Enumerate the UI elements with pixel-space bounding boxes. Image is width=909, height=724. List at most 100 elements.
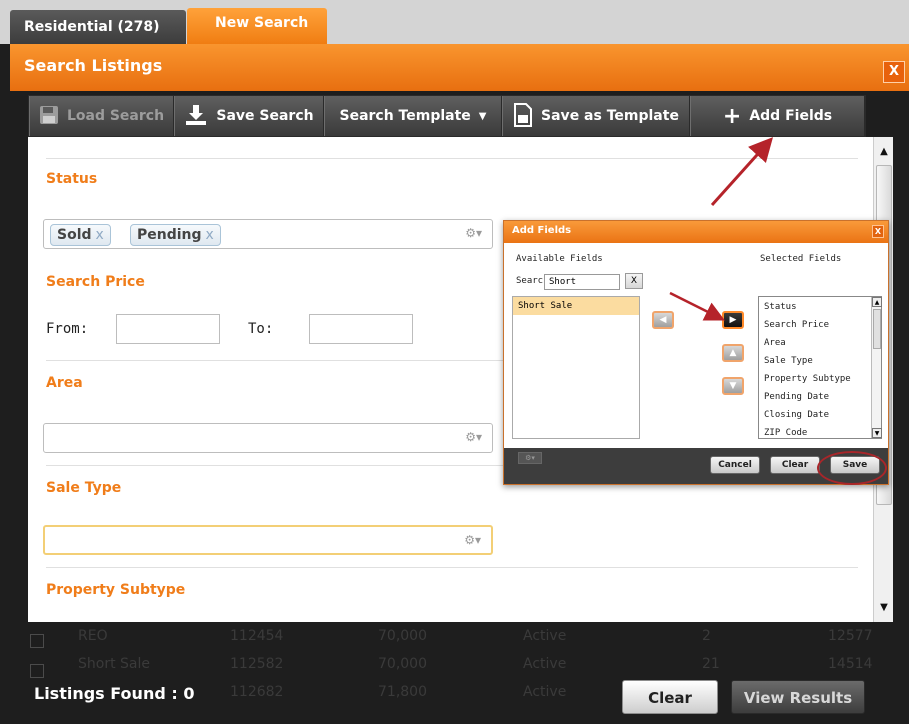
status-select[interactable]: Sold x Pending x ⚙▾ bbox=[43, 219, 493, 249]
dialog-clear-button[interactable]: Clear bbox=[770, 456, 820, 474]
dialog-cancel-button[interactable]: Cancel bbox=[710, 456, 760, 474]
available-fields-label: Available Fields bbox=[516, 254, 603, 264]
chip-remove-icon[interactable]: x bbox=[206, 227, 214, 243]
sale-type-label: Sale Type bbox=[46, 480, 122, 496]
save-search-button[interactable]: Save Search bbox=[174, 96, 324, 136]
from-label: From: bbox=[46, 321, 89, 337]
add-fields-button[interactable]: + Add Fields bbox=[690, 96, 865, 136]
selected-fields-label: Selected Fields bbox=[760, 254, 842, 264]
move-up-button[interactable]: ▲ bbox=[722, 344, 744, 362]
status-chip-sold: Sold x bbox=[50, 224, 111, 246]
list-item[interactable]: Short Sale bbox=[513, 297, 639, 315]
gear-dropdown-icon[interactable]: ⚙▾ bbox=[464, 533, 481, 547]
row-checkbox[interactable] bbox=[30, 634, 44, 648]
price-to-input[interactable] bbox=[309, 314, 413, 344]
modal-title: Search Listings bbox=[24, 56, 163, 75]
row-count: 2 bbox=[702, 628, 711, 644]
move-right-button[interactable]: ▶ bbox=[722, 311, 744, 329]
list-item[interactable]: Search Price bbox=[764, 320, 829, 330]
chip-label: Pending bbox=[137, 227, 202, 243]
chip-remove-icon[interactable]: x bbox=[96, 227, 104, 243]
row-num: 12577 bbox=[828, 628, 873, 644]
tab-new-search[interactable]: New Search bbox=[187, 8, 327, 44]
list-item[interactable]: Sale Type bbox=[764, 356, 813, 366]
list-item[interactable]: Status bbox=[764, 302, 797, 312]
search-toolbar: Load Search Save Search Search Template … bbox=[28, 95, 866, 137]
row-num: 14514 bbox=[828, 656, 873, 672]
status-label: Status bbox=[46, 171, 98, 187]
divider bbox=[46, 567, 858, 568]
selected-fields-list[interactable]: Status Search Price Area Sale Type Prope… bbox=[758, 296, 882, 439]
tab-bar: Residential (278) New Search bbox=[0, 0, 909, 44]
dialog-close-button[interactable]: X bbox=[872, 225, 884, 238]
view-results-button[interactable]: View Results bbox=[731, 680, 865, 714]
caret-down-icon: ▼ bbox=[478, 110, 487, 122]
clear-button[interactable]: Clear bbox=[622, 680, 718, 714]
row-status: Active bbox=[523, 628, 567, 644]
property-subtype-label: Property Subtype bbox=[46, 582, 186, 598]
download-tray-icon bbox=[184, 104, 208, 129]
list-item[interactable]: Property Subtype bbox=[764, 374, 851, 384]
row-status: Active bbox=[523, 684, 567, 700]
scroll-up-icon[interactable]: ▲ bbox=[874, 143, 894, 161]
scroll-thumb[interactable] bbox=[873, 309, 881, 349]
scroll-down-icon[interactable]: ▼ bbox=[874, 599, 894, 617]
move-down-button[interactable]: ▼ bbox=[722, 377, 744, 395]
add-fields-label: Add Fields bbox=[749, 108, 833, 124]
modal-close-button[interactable]: X bbox=[883, 61, 905, 83]
row-price: 70,000 bbox=[378, 628, 427, 644]
list-item[interactable]: Area bbox=[764, 338, 786, 348]
search-price-label: Search Price bbox=[46, 274, 145, 290]
scroll-down-icon[interactable]: ▼ bbox=[872, 428, 882, 438]
tab-residential[interactable]: Residential (278) bbox=[10, 10, 186, 44]
to-label: To: bbox=[248, 321, 274, 337]
row-checkbox[interactable] bbox=[30, 664, 44, 678]
list-item[interactable]: ZIP Code bbox=[764, 428, 807, 438]
list-item[interactable]: Closing Date bbox=[764, 410, 829, 420]
arrow-down-icon: ▼ bbox=[729, 381, 737, 391]
row-id: 112682 bbox=[230, 684, 284, 700]
row-price: 70,000 bbox=[378, 656, 427, 672]
divider bbox=[46, 158, 858, 159]
save-search-label: Save Search bbox=[216, 108, 314, 124]
annotation-circle bbox=[817, 451, 887, 485]
search-template-dropdown[interactable]: Search Template ▼ bbox=[324, 96, 502, 136]
dialog-title: Add Fields bbox=[512, 225, 572, 236]
gear-dropdown-icon[interactable]: ⚙▾ bbox=[465, 226, 482, 240]
arrow-left-icon: ◀ bbox=[659, 315, 667, 325]
search-clear-button[interactable]: X bbox=[625, 273, 643, 289]
row-id: 112454 bbox=[230, 628, 284, 644]
document-save-icon bbox=[513, 102, 533, 130]
add-fields-dialog: Add Fields X Available Fields Selected F… bbox=[503, 220, 889, 485]
gear-icon: ⚙▾ bbox=[518, 452, 542, 464]
area-label: Area bbox=[46, 375, 83, 391]
move-left-button[interactable]: ◀ bbox=[652, 311, 674, 329]
listings-found-count: Listings Found : 0 bbox=[34, 684, 195, 703]
load-search-label: Load Search bbox=[66, 108, 165, 124]
load-search-button[interactable]: Load Search bbox=[29, 96, 174, 136]
search-template-label: Search Template bbox=[339, 108, 471, 124]
sale-type-select[interactable]: ⚙▾ bbox=[43, 525, 493, 555]
dialog-header: Add Fields X bbox=[504, 221, 888, 243]
row-type: Short Sale bbox=[78, 656, 150, 672]
status-chip-pending: Pending x bbox=[130, 224, 221, 246]
plus-icon: + bbox=[722, 103, 742, 129]
field-search-input[interactable]: Short bbox=[544, 274, 620, 290]
save-as-template-button[interactable]: Save as Template bbox=[502, 96, 690, 136]
row-id: 112582 bbox=[230, 656, 284, 672]
row-price: 71,800 bbox=[378, 684, 427, 700]
arrow-right-icon: ▶ bbox=[729, 315, 737, 325]
table-row: REO 112454 70,000 Active 2 12577 bbox=[0, 628, 909, 648]
scroll-up-icon[interactable]: ▲ bbox=[872, 297, 882, 307]
gear-dropdown-icon[interactable]: ⚙▾ bbox=[465, 430, 482, 444]
row-count: 21 bbox=[702, 656, 720, 672]
selected-list-scrollbar[interactable]: ▲ ▼ bbox=[871, 297, 882, 438]
row-status: Active bbox=[523, 656, 567, 672]
available-fields-list[interactable]: Short Sale bbox=[512, 296, 640, 439]
save-as-template-label: Save as Template bbox=[541, 108, 679, 124]
price-from-input[interactable] bbox=[116, 314, 220, 344]
floppy-disk-icon bbox=[39, 105, 59, 128]
chip-label: Sold bbox=[57, 227, 92, 243]
area-select[interactable]: ⚙▾ bbox=[43, 423, 493, 453]
list-item[interactable]: Pending Date bbox=[764, 392, 829, 402]
